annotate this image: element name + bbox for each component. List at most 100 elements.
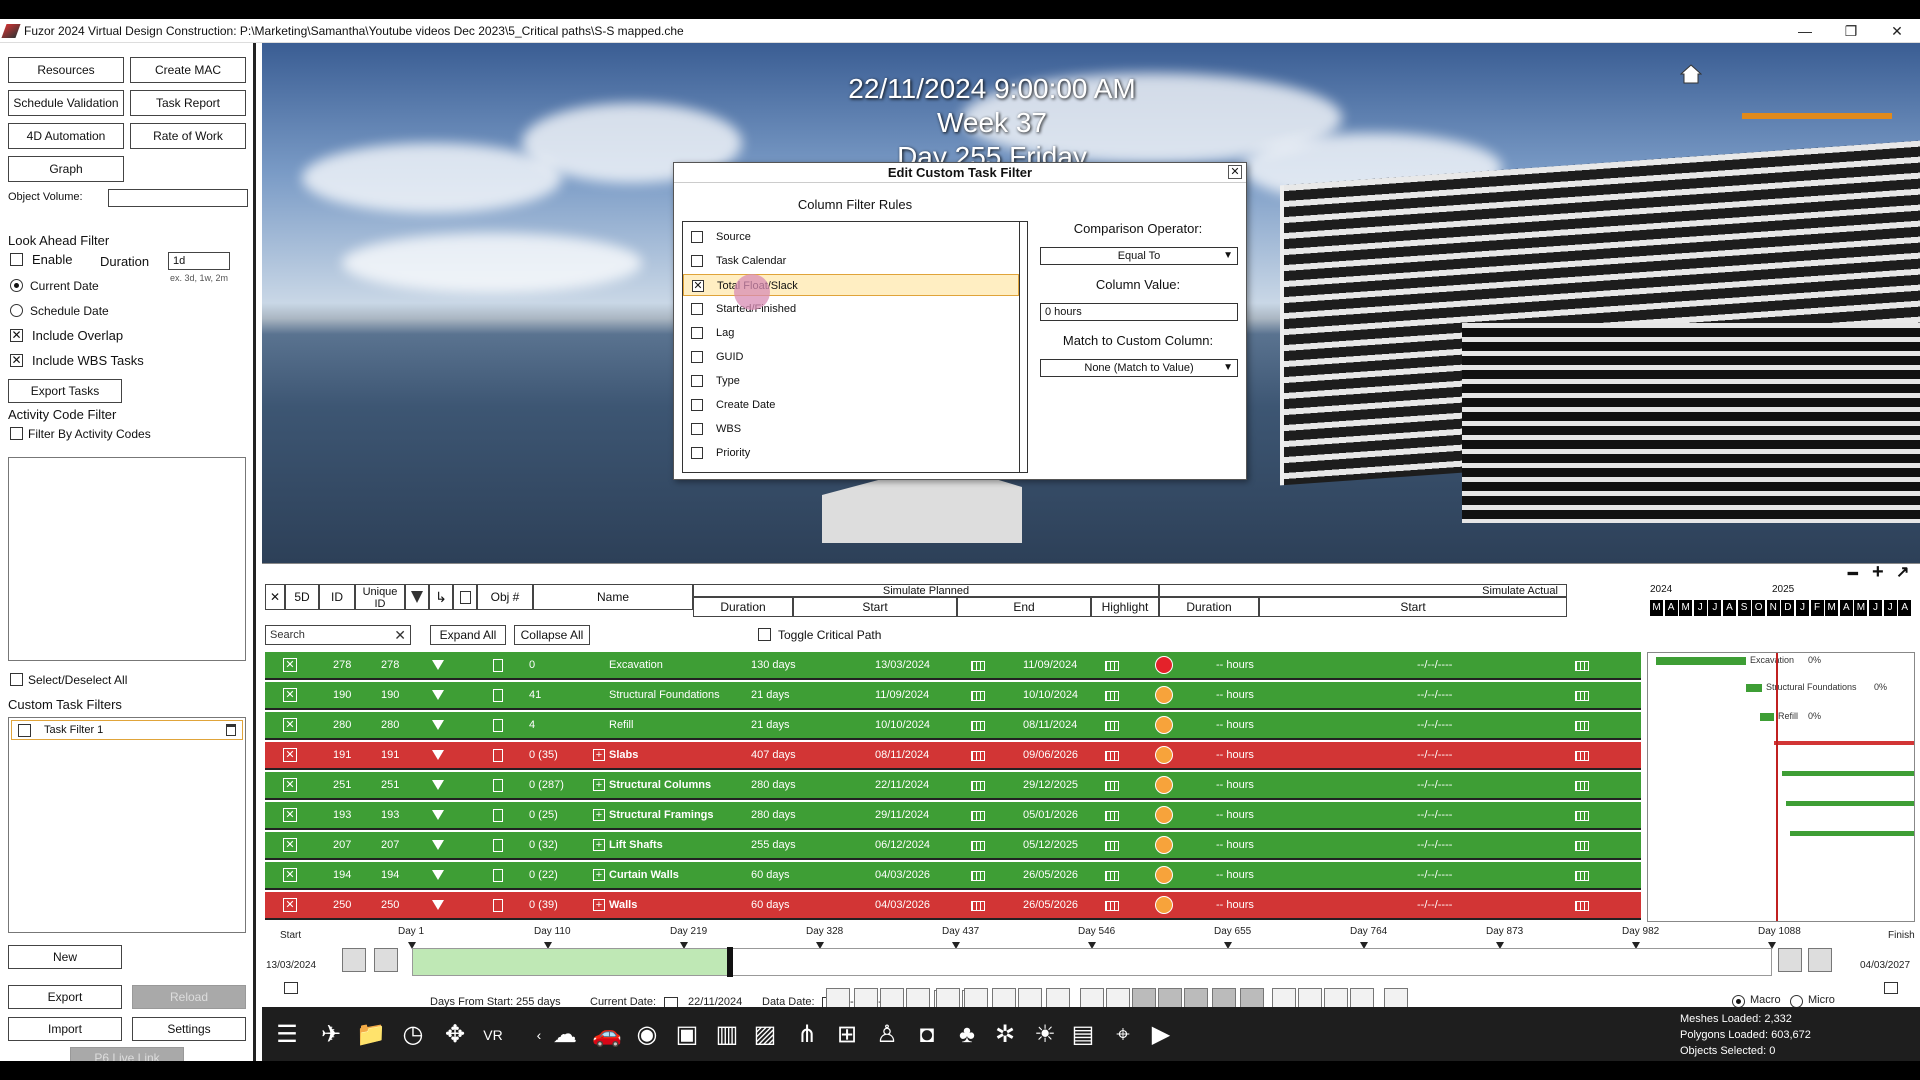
- walk-mode-icon[interactable]: ✈: [316, 1021, 346, 1049]
- row-remove-button[interactable]: ✕: [283, 748, 297, 762]
- folder-icon[interactable]: 📁: [356, 1021, 386, 1049]
- calendar-icon[interactable]: [1105, 871, 1119, 881]
- task-report-button[interactable]: Task Report: [130, 90, 246, 116]
- filter-rule-item[interactable]: Create Date: [683, 394, 1019, 416]
- zoom-out-icon[interactable]: ━: [1848, 564, 1858, 584]
- expand-row-icon[interactable]: +: [593, 779, 605, 791]
- link-icon[interactable]: ↳: [429, 584, 453, 610]
- schedule-date-radio[interactable]: [10, 304, 23, 317]
- dialog-close-button[interactable]: ✕: [1228, 165, 1242, 179]
- calendar-icon[interactable]: [971, 751, 985, 761]
- eye-icon[interactable]: ◉: [632, 1021, 662, 1049]
- row-document-icon[interactable]: [493, 689, 503, 702]
- activity-code-list[interactable]: [8, 457, 246, 661]
- filter-rule-item[interactable]: WBS: [683, 418, 1019, 440]
- highlight-palette-icon[interactable]: [1155, 836, 1173, 854]
- filter-rule-checkbox[interactable]: [691, 399, 703, 411]
- close-button[interactable]: ✕: [1874, 19, 1920, 43]
- table-row[interactable]: ✕ 251 251 0 (287) + Structural Columns 280 day…: [265, 772, 1641, 800]
- expand-row-icon[interactable]: +: [593, 899, 605, 911]
- calendar-icon[interactable]: [284, 982, 298, 994]
- task-filter-checkbox[interactable]: [18, 724, 31, 737]
- row-document-icon[interactable]: [493, 749, 503, 762]
- row-filter-icon[interactable]: [432, 660, 444, 670]
- row-document-icon[interactable]: [493, 839, 503, 852]
- header-simulate-planned[interactable]: Simulate Planned: [693, 584, 1159, 597]
- create-mac-button[interactable]: Create MAC: [130, 57, 246, 83]
- select-deselect-all-checkbox[interactable]: [10, 673, 23, 686]
- highlight-palette-icon[interactable]: [1155, 896, 1173, 914]
- highlight-palette-icon[interactable]: [1155, 866, 1173, 884]
- bars-icon[interactable]: ▥: [712, 1021, 742, 1049]
- filter-rule-item[interactable]: Priority: [683, 442, 1019, 464]
- light-icon[interactable]: ☀: [1030, 1021, 1060, 1049]
- header-highlight[interactable]: Highlight: [1091, 597, 1159, 617]
- clear-search-icon[interactable]: ✕: [394, 626, 406, 644]
- header-actual-start[interactable]: Start: [1259, 597, 1567, 617]
- row-remove-button[interactable]: ✕: [283, 658, 297, 672]
- table-row[interactable]: ✕ 194 194 0 (22) + Curtain Walls 60 days 04/03/…: [265, 862, 1641, 890]
- row-remove-button[interactable]: ✕: [283, 838, 297, 852]
- calendar-icon[interactable]: [1884, 982, 1898, 994]
- calendar-icon[interactable]: [1105, 691, 1119, 701]
- row-filter-icon[interactable]: [432, 750, 444, 760]
- home-icon[interactable]: [1680, 63, 1702, 85]
- calendar-icon[interactable]: [1575, 721, 1589, 731]
- gantt-bar-foundations[interactable]: [1746, 684, 1762, 692]
- expand-arrow-icon[interactable]: ↗: [1896, 562, 1909, 582]
- filter-rule-item[interactable]: Task Calendar: [683, 250, 1019, 272]
- highlight-palette-icon[interactable]: [1155, 686, 1173, 704]
- filter-rule-checkbox[interactable]: [691, 375, 703, 387]
- task-filter-item[interactable]: Task Filter 1: [11, 720, 243, 740]
- filter-rule-checkbox[interactable]: [691, 255, 703, 267]
- move-icon[interactable]: ✥: [440, 1021, 470, 1049]
- row-filter-icon[interactable]: [432, 900, 444, 910]
- row-document-icon[interactable]: [493, 779, 503, 792]
- calendar-icon[interactable]: [971, 721, 985, 731]
- hierarchy-icon[interactable]: ⊞: [832, 1021, 862, 1049]
- header-id[interactable]: ID: [319, 584, 355, 610]
- car-icon[interactable]: 🚗: [592, 1021, 622, 1049]
- comparison-operator-select[interactable]: Equal To ▼: [1040, 247, 1238, 265]
- gantt-bar-columns[interactable]: [1782, 771, 1914, 776]
- highlight-palette-icon[interactable]: [1155, 776, 1173, 794]
- header-simulate-actual[interactable]: Simulate Actual: [1159, 584, 1567, 597]
- header-unique-id[interactable]: Unique ID: [355, 584, 405, 610]
- header-end[interactable]: End: [957, 597, 1091, 617]
- filter-rule-checkbox[interactable]: [691, 303, 703, 315]
- highlight-palette-icon[interactable]: [1155, 746, 1173, 764]
- gantt-bar-refill[interactable]: [1760, 713, 1774, 721]
- cloud-icon[interactable]: ☁: [550, 1021, 580, 1049]
- expand-row-icon[interactable]: +: [593, 839, 605, 851]
- row-remove-button[interactable]: ✕: [283, 718, 297, 732]
- rate-of-work-button[interactable]: Rate of Work: [130, 123, 246, 149]
- table-row[interactable]: ✕ 250 250 0 (39) + Walls 60 days 04/03/2026 26/0…: [265, 892, 1641, 920]
- calendar-icon[interactable]: [1105, 811, 1119, 821]
- row-filter-icon[interactable]: [432, 870, 444, 880]
- calendar-icon[interactable]: [1105, 781, 1119, 791]
- zoom-search-icon[interactable]: [1808, 948, 1832, 972]
- row-filter-icon[interactable]: [432, 810, 444, 820]
- restore-button[interactable]: ❐: [1828, 19, 1874, 43]
- camera-icon[interactable]: ◘: [912, 1021, 942, 1049]
- row-document-icon[interactable]: [493, 719, 503, 732]
- calendar-icon[interactable]: [971, 811, 985, 821]
- enable-checkbox[interactable]: [10, 253, 23, 266]
- export-tasks-button[interactable]: Export Tasks: [8, 379, 122, 403]
- calendar-icon[interactable]: [1575, 871, 1589, 881]
- image-icon[interactable]: ▨: [750, 1021, 780, 1049]
- expand-all-button[interactable]: Expand All: [430, 625, 506, 645]
- calendar-icon[interactable]: [1575, 661, 1589, 671]
- table-row[interactable]: ✕ 193 193 0 (25) + Structural Framings 280 day…: [265, 802, 1641, 830]
- video-icon[interactable]: ▶: [1146, 1021, 1176, 1049]
- tree-icon[interactable]: ♣: [952, 1021, 982, 1049]
- filter-rule-item[interactable]: Started/Finished: [683, 298, 1019, 320]
- expand-row-icon[interactable]: +: [593, 809, 605, 821]
- highlight-palette-icon[interactable]: [1155, 716, 1173, 734]
- table-row[interactable]: ✕ 278 278 0 Excavation 130 days 13/03/2024 11/0…: [265, 652, 1641, 680]
- row-remove-button[interactable]: ✕: [283, 868, 297, 882]
- row-document-icon[interactable]: [493, 809, 503, 822]
- export-button[interactable]: Export: [8, 985, 122, 1009]
- settings-button[interactable]: Settings: [132, 1017, 246, 1041]
- filter-rule-item[interactable]: Source: [683, 226, 1019, 248]
